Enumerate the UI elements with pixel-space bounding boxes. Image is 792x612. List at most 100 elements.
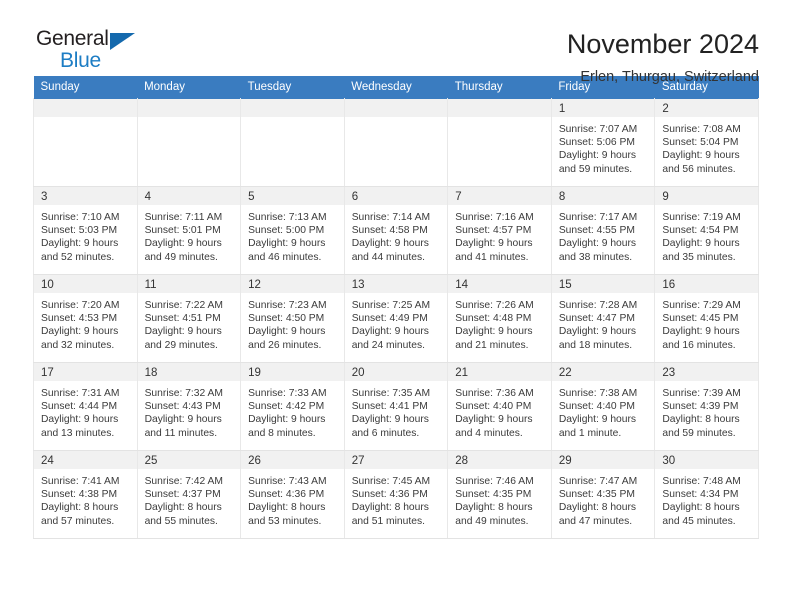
day-cell: 6 Sunrise: 7:14 AM Sunset: 4:58 PM Dayli… (343, 186, 449, 275)
daylight-text-line1: Daylight: 9 hours (558, 414, 637, 426)
daylight-text-line2: and 26 minutes. (248, 339, 322, 351)
day-details: Sunrise: 7:23 AM Sunset: 4:50 PM Dayligh… (241, 293, 344, 352)
day-number: 30 (655, 451, 758, 469)
daylight-text-line2: and 24 minutes. (351, 339, 425, 351)
sunset-text: Sunset: 4:35 PM (455, 489, 532, 501)
weekday-header-thursday: Thursday (447, 76, 552, 99)
day-cell: 7 Sunrise: 7:16 AM Sunset: 4:57 PM Dayli… (447, 186, 552, 275)
day-number: 1 (551, 99, 655, 117)
sunset-text: Sunset: 4:57 PM (455, 225, 532, 237)
weekday-header-wednesday: Wednesday (344, 76, 448, 99)
daylight-text-line1: Daylight: 9 hours (144, 326, 222, 338)
sunrise-text: Sunrise: 7:33 AM (248, 388, 327, 399)
daylight-text-line1: Daylight: 9 hours (144, 414, 222, 426)
daylight-text-line2: and 16 minutes. (662, 339, 736, 351)
daylight-text-line1: Daylight: 9 hours (662, 238, 740, 250)
daylight-text-line1: Daylight: 9 hours (455, 414, 533, 426)
day-details: Sunrise: 7:26 AM Sunset: 4:48 PM Dayligh… (448, 293, 551, 352)
day-cell: 26 Sunrise: 7:43 AM Sunset: 4:36 PM Dayl… (240, 450, 345, 539)
weekday-header-tuesday: Tuesday (240, 76, 345, 99)
daylight-text-line1: Daylight: 8 hours (248, 502, 326, 514)
daylight-text-line2: and 51 minutes. (351, 515, 425, 527)
sunrise-text: Sunrise: 7:10 AM (41, 212, 120, 223)
day-cell (447, 98, 552, 187)
week-row: 24 Sunrise: 7:41 AM Sunset: 4:38 PM Dayl… (33, 450, 759, 539)
day-cell: 21 Sunrise: 7:36 AM Sunset: 4:40 PM Dayl… (447, 362, 552, 451)
week-row: 1 Sunrise: 7:07 AM Sunset: 5:06 PM Dayli… (33, 98, 759, 187)
day-details: Sunrise: 7:10 AM Sunset: 5:03 PM Dayligh… (34, 205, 137, 264)
sunrise-text: Sunrise: 7:13 AM (248, 212, 327, 223)
day-cell: 20 Sunrise: 7:35 AM Sunset: 4:41 PM Dayl… (343, 362, 449, 451)
day-cell: 23 Sunrise: 7:39 AM Sunset: 4:39 PM Dayl… (654, 362, 759, 451)
day-details: Sunrise: 7:29 AM Sunset: 4:45 PM Dayligh… (655, 293, 758, 352)
daylight-text-line2: and 59 minutes. (558, 163, 633, 175)
day-cell: 11 Sunrise: 7:22 AM Sunset: 4:51 PM Dayl… (136, 274, 242, 363)
day-number: 5 (241, 187, 344, 205)
daylight-text-line1: Daylight: 9 hours (248, 238, 326, 250)
sunset-text: Sunset: 4:50 PM (248, 313, 325, 325)
day-cell: 22 Sunrise: 7:38 AM Sunset: 4:40 PM Dayl… (550, 362, 656, 451)
day-number: 14 (448, 275, 551, 293)
day-details: Sunrise: 7:19 AM Sunset: 4:54 PM Dayligh… (655, 205, 758, 264)
sunrise-text: Sunrise: 7:38 AM (558, 388, 638, 399)
week-row: 3 Sunrise: 7:10 AM Sunset: 5:03 PM Dayli… (33, 186, 759, 275)
day-number (241, 99, 344, 117)
day-number: 20 (344, 363, 448, 381)
sunrise-text: Sunrise: 7:16 AM (455, 212, 534, 223)
daylight-text-line2: and 1 minute. (558, 427, 622, 439)
sunrise-text: Sunrise: 7:28 AM (558, 300, 638, 311)
page-header: General Blue November 2024 Erlen, Thurga… (33, 0, 759, 86)
day-number: 23 (655, 363, 758, 381)
day-details (34, 117, 137, 123)
daylight-text-line2: and 52 minutes. (41, 251, 115, 263)
daylight-text-line2: and 46 minutes. (248, 251, 322, 263)
daylight-text-line1: Daylight: 9 hours (455, 326, 533, 338)
daylight-text-line2: and 4 minutes. (455, 427, 523, 439)
day-number: 24 (34, 451, 137, 469)
day-cell: 14 Sunrise: 7:26 AM Sunset: 4:48 PM Dayl… (447, 274, 552, 363)
day-number: 12 (241, 275, 344, 293)
sunrise-text: Sunrise: 7:22 AM (144, 300, 223, 311)
daylight-text-line2: and 49 minutes. (455, 515, 529, 527)
sunset-text: Sunset: 4:47 PM (558, 313, 635, 325)
calendar-page: General Blue November 2024 Erlen, Thurga… (0, 0, 792, 612)
sunset-text: Sunset: 4:54 PM (662, 225, 739, 237)
day-details: Sunrise: 7:36 AM Sunset: 4:40 PM Dayligh… (448, 381, 551, 440)
sunset-text: Sunset: 4:40 PM (558, 401, 635, 413)
daylight-text-line1: Daylight: 9 hours (144, 238, 222, 250)
day-details: Sunrise: 7:13 AM Sunset: 5:00 PM Dayligh… (241, 205, 344, 264)
day-number: 6 (344, 187, 448, 205)
week-row: 10 Sunrise: 7:20 AM Sunset: 4:53 PM Dayl… (33, 274, 759, 363)
sunset-text: Sunset: 4:41 PM (351, 401, 428, 413)
day-details: Sunrise: 7:46 AM Sunset: 4:35 PM Dayligh… (448, 469, 551, 528)
daylight-text-line2: and 11 minutes. (144, 427, 218, 439)
day-number: 4 (137, 187, 241, 205)
daylight-text-line2: and 32 minutes. (41, 339, 115, 351)
day-number: 26 (241, 451, 344, 469)
day-number: 22 (551, 363, 655, 381)
sunset-text: Sunset: 4:38 PM (41, 489, 118, 501)
day-details: Sunrise: 7:33 AM Sunset: 4:42 PM Dayligh… (241, 381, 344, 440)
page-title: November 2024 (566, 29, 759, 59)
sunrise-text: Sunrise: 7:11 AM (144, 212, 223, 223)
sunrise-text: Sunrise: 7:36 AM (455, 388, 534, 399)
daylight-text-line2: and 55 minutes. (144, 515, 218, 527)
day-number (344, 99, 448, 117)
daylight-text-line1: Daylight: 9 hours (248, 326, 326, 338)
daylight-text-line2: and 18 minutes. (558, 339, 633, 351)
sunrise-text: Sunrise: 7:31 AM (41, 388, 120, 399)
day-details: Sunrise: 7:08 AM Sunset: 5:04 PM Dayligh… (655, 117, 758, 176)
sunset-text: Sunset: 5:00 PM (248, 225, 325, 237)
day-details: Sunrise: 7:07 AM Sunset: 5:06 PM Dayligh… (552, 117, 655, 176)
brand-logo[interactable]: General Blue (33, 28, 156, 80)
daylight-text-line1: Daylight: 9 hours (351, 326, 429, 338)
day-details: Sunrise: 7:38 AM Sunset: 4:40 PM Dayligh… (552, 381, 655, 440)
sunset-text: Sunset: 4:36 PM (248, 489, 325, 501)
daylight-text-line2: and 44 minutes. (351, 251, 425, 263)
day-details: Sunrise: 7:42 AM Sunset: 4:37 PM Dayligh… (138, 469, 241, 528)
sunset-text: Sunset: 4:53 PM (41, 313, 118, 325)
day-cell: 9 Sunrise: 7:19 AM Sunset: 4:54 PM Dayli… (654, 186, 759, 275)
day-cell: 24 Sunrise: 7:41 AM Sunset: 4:38 PM Dayl… (33, 450, 138, 539)
day-number: 17 (34, 363, 137, 381)
day-cell: 17 Sunrise: 7:31 AM Sunset: 4:44 PM Dayl… (33, 362, 138, 451)
